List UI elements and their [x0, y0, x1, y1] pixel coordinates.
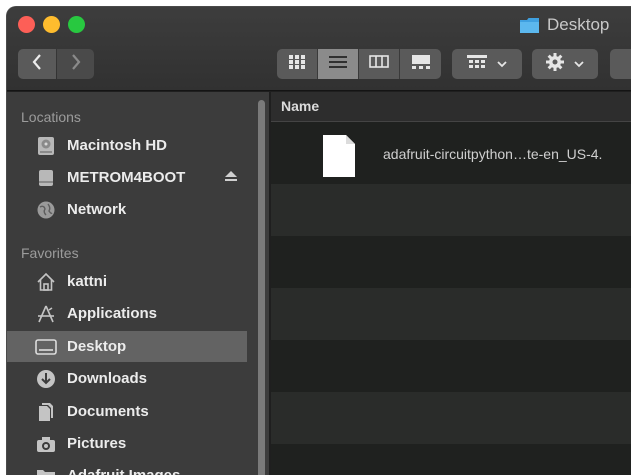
window-title-text: Desktop — [547, 15, 610, 34]
documents-icon — [35, 401, 57, 423]
sidebar-item-macintosh-hd[interactable]: Macintosh HD — [7, 130, 247, 161]
sidebar-item-label: kattni — [67, 273, 108, 290]
sidebar-scrollbar-thumb[interactable] — [258, 100, 265, 475]
sidebar-item-label: METROM4BOOT — [67, 169, 186, 186]
list-row-empty — [271, 444, 631, 475]
sidebar-item-label: Pictures — [67, 435, 127, 452]
view-mode-control — [277, 49, 441, 79]
sidebar-item-label: Adafruit Images — [67, 467, 180, 475]
forward-button[interactable] — [57, 49, 94, 79]
sidebar-item-adafruit-images[interactable]: Adafruit Images — [7, 460, 247, 475]
file-list: Name adafruit-circuitpython…te-en_US-4. — [271, 92, 631, 475]
eject-icon[interactable] — [225, 170, 237, 185]
chevron-right-icon — [71, 53, 81, 75]
sidebar-item-label: Downloads — [67, 370, 148, 387]
sidebar-item-downloads[interactable]: Downloads — [7, 363, 247, 394]
sidebar-item-network[interactable]: Network — [7, 194, 247, 225]
minimize-window-button[interactable] — [43, 16, 60, 33]
maximize-window-button[interactable] — [68, 16, 85, 33]
list-row-empty — [271, 184, 631, 236]
folder-icon — [519, 17, 540, 34]
applications-icon — [35, 303, 57, 325]
chevron-down-icon — [574, 55, 584, 73]
sidebar-item-documents[interactable]: Documents — [7, 396, 247, 427]
sidebar-item-applications[interactable]: Applications — [7, 298, 247, 329]
gallery-view-button[interactable] — [400, 49, 441, 79]
camera-icon — [35, 433, 57, 455]
column-view-button[interactable] — [359, 49, 400, 79]
sidebar-item-label: Network — [67, 201, 127, 218]
file-row[interactable]: adafruit-circuitpython…te-en_US-4. — [271, 122, 631, 184]
sidebar-item-label: Desktop — [67, 338, 127, 355]
document-icon — [322, 134, 356, 178]
gallery-icon — [411, 54, 431, 74]
finder-window: Desktop Locations Macintosh HD METROM4BO… — [6, 6, 631, 475]
sidebar-item-metrom4boot[interactable]: METROM4BOOT — [7, 162, 247, 193]
column-header-name[interactable]: Name — [271, 92, 631, 122]
sidebar: Locations Macintosh HD METROM4BOOT Netwo… — [7, 92, 255, 475]
hard-drive-icon — [35, 135, 57, 157]
window-title: Desktop — [519, 15, 609, 35]
desktop-icon — [35, 336, 57, 358]
sidebar-item-desktop[interactable]: Desktop — [7, 331, 247, 362]
icon-view-button[interactable] — [277, 49, 318, 79]
list-row-empty — [271, 288, 631, 340]
toolbar: Desktop — [7, 7, 631, 91]
sidebar-item-label: Applications — [67, 305, 158, 322]
group-grid-icon — [467, 54, 487, 74]
external-drive-icon — [35, 167, 57, 189]
sidebar-section-favorites: Favorites — [21, 245, 79, 261]
sidebar-item-label: Macintosh HD — [67, 137, 168, 154]
list-view-button[interactable] — [318, 49, 359, 79]
list-row-empty — [271, 392, 631, 444]
gear-icon — [546, 52, 564, 76]
sidebar-item-pictures[interactable]: Pictures — [7, 428, 247, 459]
columns-icon — [369, 55, 389, 73]
sidebar-item-label: Documents — [67, 403, 149, 420]
globe-icon — [35, 199, 57, 221]
chevron-down-icon — [497, 55, 507, 73]
download-icon — [35, 368, 57, 390]
share-button[interactable] — [610, 49, 631, 79]
list-row-empty — [271, 340, 631, 392]
file-name: adafruit-circuitpython…te-en_US-4. — [383, 146, 603, 162]
group-by-button[interactable] — [452, 49, 522, 79]
sidebar-item-kattni[interactable]: kattni — [7, 266, 247, 297]
action-menu-button[interactable] — [532, 49, 598, 79]
sidebar-scrollbar[interactable] — [255, 92, 269, 475]
list-row-empty — [271, 236, 631, 288]
home-icon — [35, 271, 57, 293]
close-window-button[interactable] — [18, 16, 35, 33]
icon-grid-icon — [289, 54, 305, 74]
sidebar-section-locations: Locations — [21, 109, 81, 125]
back-button[interactable] — [18, 49, 56, 79]
chevron-left-icon — [32, 53, 42, 75]
folder-icon — [35, 465, 57, 475]
list-lines-icon — [329, 55, 347, 73]
